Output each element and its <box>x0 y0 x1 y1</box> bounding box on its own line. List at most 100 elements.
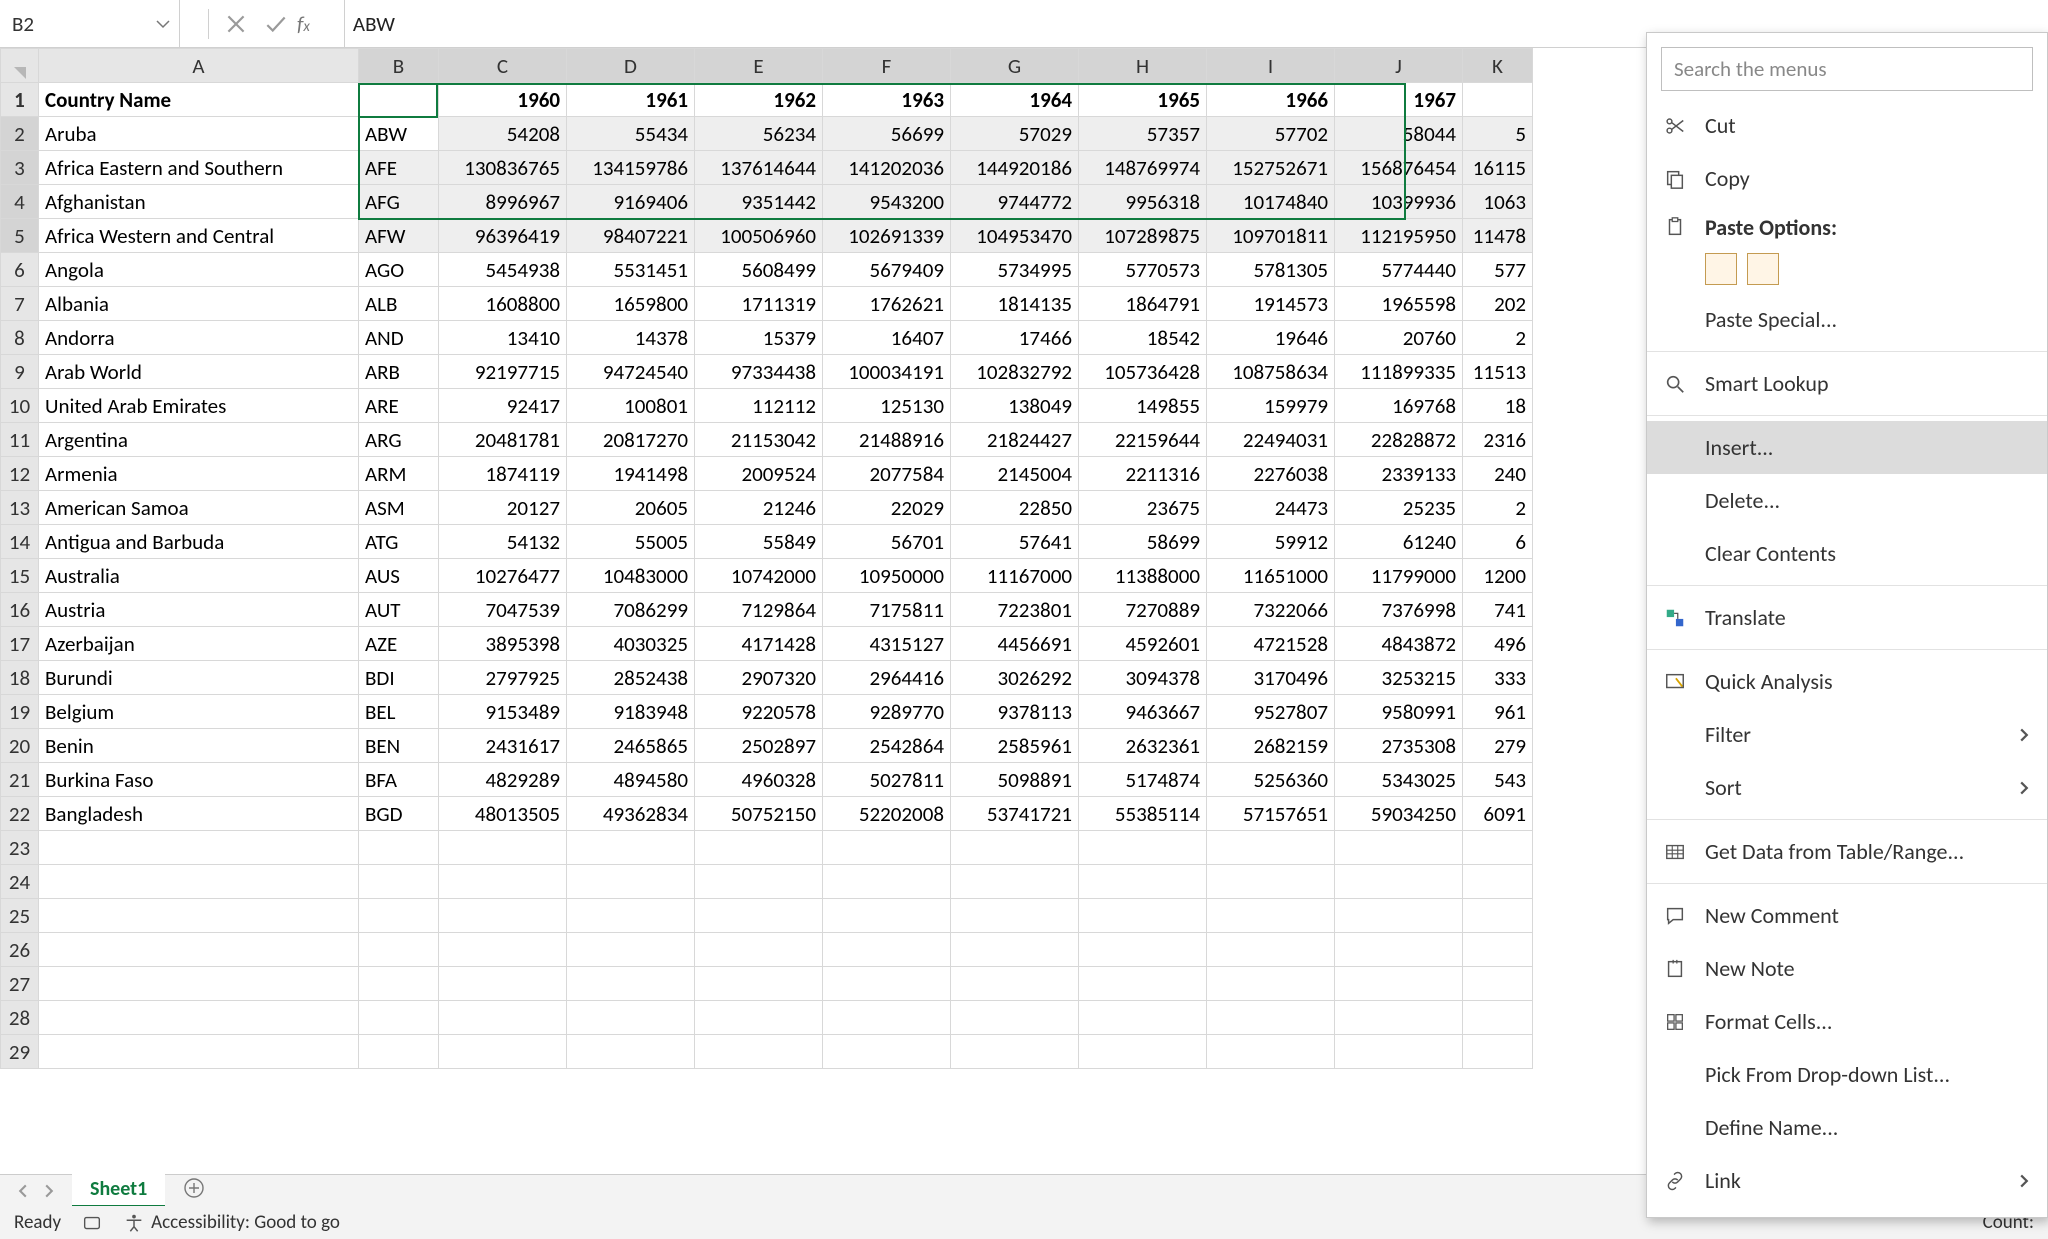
col-header-A[interactable]: A <box>39 49 359 83</box>
cell-F2[interactable]: 56699 <box>823 117 951 151</box>
cell-I12[interactable]: 2276038 <box>1207 457 1335 491</box>
cell-I29[interactable] <box>1207 1035 1335 1069</box>
cell-J15[interactable]: 11799000 <box>1335 559 1463 593</box>
cell-A9[interactable]: Arab World <box>39 355 359 389</box>
cell-J18[interactable]: 3253215 <box>1335 661 1463 695</box>
cell-D10[interactable]: 100801 <box>567 389 695 423</box>
accessibility-status[interactable]: Accessibility: Good to go <box>123 1211 340 1234</box>
cell-J13[interactable]: 25235 <box>1335 491 1463 525</box>
row-header-6[interactable]: 6 <box>1 253 39 287</box>
tab-next-icon[interactable] <box>42 1184 56 1198</box>
cell-I26[interactable] <box>1207 933 1335 967</box>
cell-K25[interactable] <box>1463 899 1533 933</box>
row-header-17[interactable]: 17 <box>1 627 39 661</box>
cell-I2[interactable]: 57702 <box>1207 117 1335 151</box>
cell-J27[interactable] <box>1335 967 1463 1001</box>
cell-G10[interactable]: 138049 <box>951 389 1079 423</box>
cell-D14[interactable]: 55005 <box>567 525 695 559</box>
cell-A29[interactable] <box>39 1035 359 1069</box>
add-sheet-button[interactable] <box>183 1177 205 1204</box>
cell-G11[interactable]: 21824427 <box>951 423 1079 457</box>
cell-I3[interactable]: 152752671 <box>1207 151 1335 185</box>
cell-I14[interactable]: 59912 <box>1207 525 1335 559</box>
cell-E3[interactable]: 137614644 <box>695 151 823 185</box>
cell-E17[interactable]: 4171428 <box>695 627 823 661</box>
row-header-18[interactable]: 18 <box>1 661 39 695</box>
col-header-E[interactable]: E <box>695 49 823 83</box>
cell-F1[interactable]: 1963 <box>823 83 951 117</box>
menu-delete[interactable]: Delete... <box>1647 474 2047 527</box>
cell-E4[interactable]: 9351442 <box>695 185 823 219</box>
col-header-D[interactable]: D <box>567 49 695 83</box>
cell-H13[interactable]: 23675 <box>1079 491 1207 525</box>
cell-H24[interactable] <box>1079 865 1207 899</box>
chevron-down-icon[interactable] <box>155 16 171 32</box>
cell-E15[interactable]: 10742000 <box>695 559 823 593</box>
cell-H6[interactable]: 5770573 <box>1079 253 1207 287</box>
cell-A6[interactable]: Angola <box>39 253 359 287</box>
cell-E28[interactable] <box>695 1001 823 1035</box>
cell-H15[interactable]: 11388000 <box>1079 559 1207 593</box>
cell-H26[interactable] <box>1079 933 1207 967</box>
cell-H22[interactable]: 55385114 <box>1079 797 1207 831</box>
row-header-16[interactable]: 16 <box>1 593 39 627</box>
cell-A8[interactable]: Andorra <box>39 321 359 355</box>
cell-J9[interactable]: 111899335 <box>1335 355 1463 389</box>
cell-B23[interactable] <box>359 831 439 865</box>
cell-A21[interactable]: Burkina Faso <box>39 763 359 797</box>
col-header-J[interactable]: J <box>1335 49 1463 83</box>
cell-E7[interactable]: 1711319 <box>695 287 823 321</box>
cell-E1[interactable]: 1962 <box>695 83 823 117</box>
macro-record-icon[interactable] <box>81 1212 103 1234</box>
cell-G23[interactable] <box>951 831 1079 865</box>
cell-H21[interactable]: 5174874 <box>1079 763 1207 797</box>
menu-sort[interactable]: Sort <box>1647 761 2047 814</box>
cell-A12[interactable]: Armenia <box>39 457 359 491</box>
cell-G5[interactable]: 104953470 <box>951 219 1079 253</box>
cell-K11[interactable]: 2316 <box>1463 423 1533 457</box>
cell-F21[interactable]: 5027811 <box>823 763 951 797</box>
cell-A3[interactable]: Africa Eastern and Southern <box>39 151 359 185</box>
row-header-5[interactable]: 5 <box>1 219 39 253</box>
cell-C6[interactable]: 5454938 <box>439 253 567 287</box>
cell-D17[interactable]: 4030325 <box>567 627 695 661</box>
cell-F13[interactable]: 22029 <box>823 491 951 525</box>
cell-H11[interactable]: 22159644 <box>1079 423 1207 457</box>
row-header-8[interactable]: 8 <box>1 321 39 355</box>
cell-B2[interactable]: ABW <box>359 117 439 151</box>
col-header-I[interactable]: I <box>1207 49 1335 83</box>
cell-C13[interactable]: 20127 <box>439 491 567 525</box>
cell-D28[interactable] <box>567 1001 695 1035</box>
cell-F26[interactable] <box>823 933 951 967</box>
context-menu-search[interactable]: Search the menus <box>1661 47 2033 91</box>
row-header-22[interactable]: 22 <box>1 797 39 831</box>
cell-G20[interactable]: 2585961 <box>951 729 1079 763</box>
cell-C15[interactable]: 10276477 <box>439 559 567 593</box>
cell-F29[interactable] <box>823 1035 951 1069</box>
cell-I10[interactable]: 159979 <box>1207 389 1335 423</box>
cell-J7[interactable]: 1965598 <box>1335 287 1463 321</box>
cell-H25[interactable] <box>1079 899 1207 933</box>
cell-G26[interactable] <box>951 933 1079 967</box>
cell-G13[interactable]: 22850 <box>951 491 1079 525</box>
cell-B19[interactable]: BEL <box>359 695 439 729</box>
cell-C2[interactable]: 54208 <box>439 117 567 151</box>
cell-D9[interactable]: 94724540 <box>567 355 695 389</box>
cell-G25[interactable] <box>951 899 1079 933</box>
cell-E16[interactable]: 7129864 <box>695 593 823 627</box>
cell-G9[interactable]: 102832792 <box>951 355 1079 389</box>
cell-B26[interactable] <box>359 933 439 967</box>
cell-H28[interactable] <box>1079 1001 1207 1035</box>
cell-J11[interactable]: 22828872 <box>1335 423 1463 457</box>
cell-C24[interactable] <box>439 865 567 899</box>
cell-F11[interactable]: 21488916 <box>823 423 951 457</box>
cell-J3[interactable]: 156876454 <box>1335 151 1463 185</box>
row-header-11[interactable]: 11 <box>1 423 39 457</box>
cell-H18[interactable]: 3094378 <box>1079 661 1207 695</box>
fx-icon[interactable]: fx <box>297 11 310 37</box>
cell-K14[interactable]: 6 <box>1463 525 1533 559</box>
cell-H27[interactable] <box>1079 967 1207 1001</box>
cell-C1[interactable]: 1960 <box>439 83 567 117</box>
cell-H8[interactable]: 18542 <box>1079 321 1207 355</box>
cell-C20[interactable]: 2431617 <box>439 729 567 763</box>
